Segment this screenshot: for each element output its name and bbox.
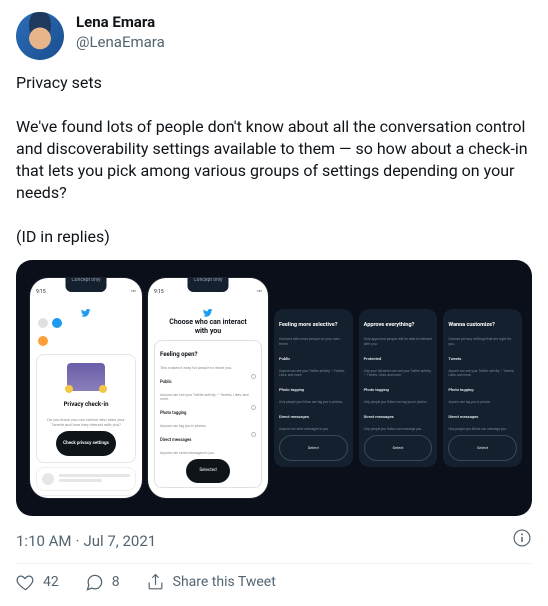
- info-icon[interactable]: [512, 528, 532, 553]
- phone1-sub: Do you know you can control who sees you…: [43, 417, 129, 427]
- avatar[interactable]: [16, 12, 64, 60]
- share-label: Share this Tweet: [173, 572, 276, 592]
- tweet-media[interactable]: Concept only 9:15••• Privacy check-in Do…: [16, 260, 532, 516]
- heart-icon: [16, 573, 35, 592]
- share-button[interactable]: Share this Tweet: [146, 572, 276, 592]
- concept-badge: Concept only: [65, 278, 106, 292]
- phone1-title: Privacy check-in: [43, 395, 129, 415]
- reply-icon: [85, 573, 104, 592]
- tweet-time[interactable]: 1:10 AM: [16, 531, 72, 551]
- handle: @LenaEmara: [76, 32, 165, 52]
- twitter-logo-icon: [203, 304, 213, 314]
- author-names[interactable]: Lena Emara @LenaEmara: [76, 12, 165, 52]
- side-card-approve: Approve everything? Only approved people…: [359, 309, 438, 467]
- side-cards: Feeling more selective? Connect with mor…: [274, 309, 522, 467]
- twitter-logo-icon: [81, 304, 91, 314]
- like-count: 42: [43, 572, 59, 592]
- share-icon: [146, 573, 165, 592]
- phone1-cta: Check privacy settings: [56, 431, 116, 456]
- tweet-date[interactable]: Jul 7, 2021: [76, 531, 157, 551]
- reply-count: 8: [112, 572, 120, 592]
- tweet-meta: 1:10 AM Jul 7, 2021: [16, 528, 532, 553]
- like-button[interactable]: 42: [16, 572, 59, 592]
- media-content: Concept only 9:15••• Privacy check-in Do…: [16, 260, 532, 516]
- phone-mock-1: Concept only 9:15••• Privacy check-in Do…: [30, 278, 142, 498]
- side-card-selective: Feeling more selective? Connect with mor…: [274, 309, 353, 467]
- concept-badge: Concept only: [187, 278, 228, 292]
- display-name: Lena Emara: [76, 12, 165, 32]
- reply-button[interactable]: 8: [85, 572, 120, 592]
- divider: [16, 563, 532, 564]
- tweet-header: Lena Emara @LenaEmara: [16, 12, 532, 60]
- side-card-customize: Wanna customize? Choose privacy settings…: [443, 309, 522, 467]
- phone-mock-2: Concept only 9:15••• Choose who can inte…: [148, 278, 268, 498]
- tweet-text: Privacy sets We've found lots of people …: [16, 72, 532, 248]
- tweet-actions: 42 8 Share this Tweet: [16, 572, 532, 592]
- phone2-title: Choose who can interact with you: [148, 314, 268, 338]
